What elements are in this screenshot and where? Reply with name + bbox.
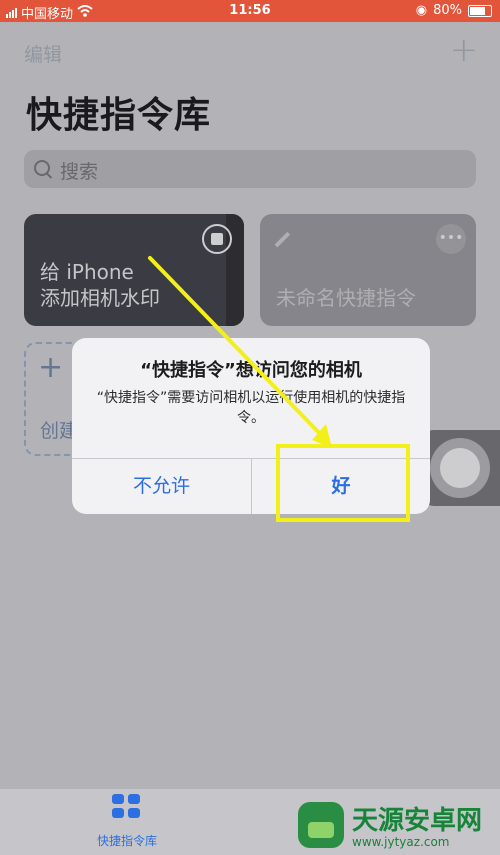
watermark-site-name: 天源安卓网 [352, 806, 483, 836]
tab-library-label: 快捷指令库 [96, 834, 157, 848]
site-logo-icon [298, 801, 344, 848]
grid-icon [112, 794, 142, 820]
screen: 中国移动 11:56 ◉ 80% 编辑 + 快捷指令库 搜索 给 iPhone … [0, 0, 500, 855]
annotation-arrow [148, 256, 332, 448]
site-watermark: 天源安卓网 www.jytyaz.com [298, 800, 482, 849]
watermark-site-url: www.jytyaz.com [352, 835, 450, 849]
watermark-text: 天源安卓网 www.jytyaz.com [352, 800, 482, 849]
